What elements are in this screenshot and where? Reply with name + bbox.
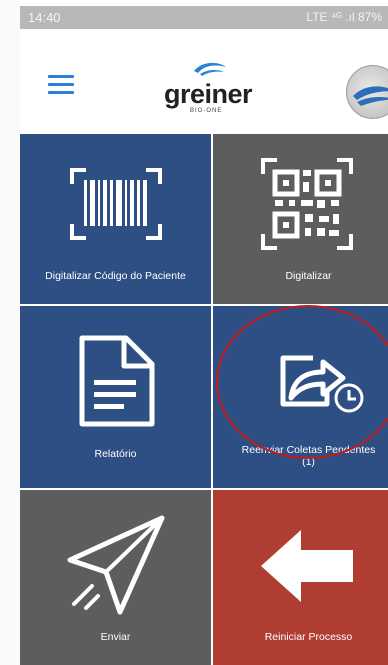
logo-swoosh-icon xyxy=(194,62,226,76)
tile-report[interactable]: Relatório xyxy=(20,306,211,488)
tile-label: Digitalizar xyxy=(285,270,332,282)
screen-frame-left xyxy=(0,0,20,665)
logo-text: greiner xyxy=(164,79,253,109)
arrow-left-icon xyxy=(261,530,353,602)
logo-subtext: BIO-ONE xyxy=(190,108,223,114)
qr-code-scan-icon xyxy=(261,158,353,250)
tile-resend-pending[interactable]: Reenviar Coletas Pendentes (1) xyxy=(213,306,388,488)
phone-screen: 14:40 LTE ⁴ᴳ .ıl 87% greiner BIO-ONE Dig… xyxy=(20,6,388,665)
status-indicators: LTE ⁴ᴳ .ıl 87% xyxy=(306,10,382,24)
tile-scan-patient-code[interactable]: Digitalizar Código do Paciente xyxy=(20,134,211,304)
paper-plane-icon xyxy=(67,515,165,615)
document-icon xyxy=(79,335,155,427)
tile-label: Enviar xyxy=(100,631,131,643)
greiner-logo: greiner BIO-ONE xyxy=(160,57,260,117)
hamburger-menu-icon[interactable] xyxy=(48,73,76,97)
tile-scan[interactable]: Digitalizar xyxy=(213,134,388,304)
globe-avatar-icon[interactable] xyxy=(346,65,388,119)
status-bar: 14:40 LTE ⁴ᴳ .ıl 87% xyxy=(20,6,388,29)
tile-label: Relatório xyxy=(94,448,137,460)
tile-label: Digitalizar Código do Paciente xyxy=(45,270,186,282)
app-header: greiner BIO-ONE xyxy=(20,29,388,137)
share-clock-icon xyxy=(280,355,364,413)
tile-send[interactable]: Enviar xyxy=(20,490,211,665)
tile-label: Reenviar Coletas Pendentes xyxy=(241,444,376,456)
tile-restart-process[interactable]: Reiniciar Processo xyxy=(213,490,388,665)
action-grid: Digitalizar Código do Paciente Digitaliz… xyxy=(20,134,388,665)
status-time: 14:40 xyxy=(28,10,61,25)
tile-label: Reiniciar Processo xyxy=(264,631,353,643)
tile-label-count: (1) xyxy=(302,456,315,468)
barcode-scan-icon xyxy=(70,168,162,240)
